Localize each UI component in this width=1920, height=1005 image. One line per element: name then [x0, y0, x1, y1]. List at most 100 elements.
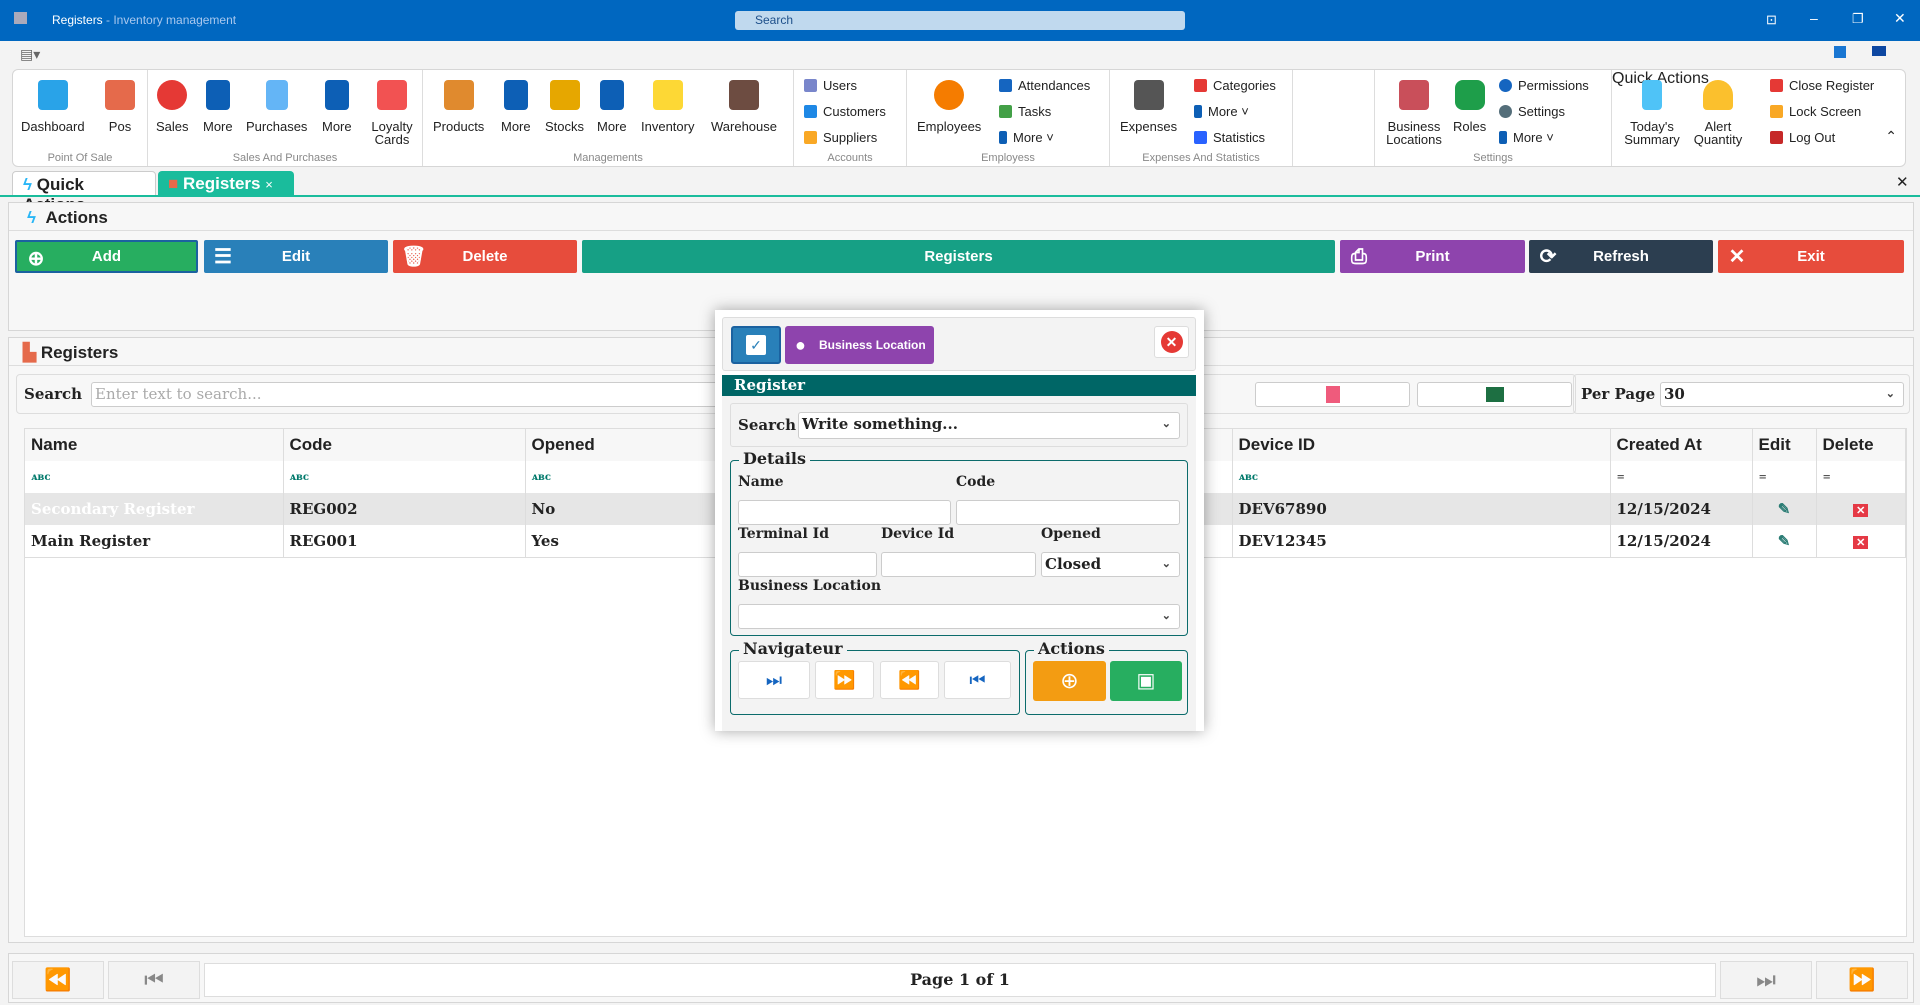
stocks-button[interactable]: Stocks: [545, 80, 584, 133]
shield-icon: [1454, 80, 1485, 110]
loyalty-cards-button[interactable]: Loyalty Cards: [366, 80, 418, 146]
column-header-code[interactable]: Code: [283, 429, 526, 461]
delete-icon[interactable]: ✕: [1816, 493, 1906, 525]
more-purchases-button[interactable]: More: [322, 80, 352, 133]
more-products-button[interactable]: More: [501, 80, 531, 133]
code-input[interactable]: [956, 500, 1180, 525]
attendances-button[interactable]: Attendances: [999, 78, 1090, 93]
layout-icon[interactable]: [1834, 46, 1846, 58]
last-record-button[interactable]: ⏭: [738, 661, 810, 699]
tasks-button[interactable]: Tasks: [999, 104, 1051, 119]
tab-close-icon[interactable]: ×: [265, 177, 273, 192]
refresh-button[interactable]: ⟳ Refresh: [1529, 240, 1713, 273]
add-button[interactable]: ⊕ Add: [15, 240, 198, 273]
edit-button[interactable]: ☰ Edit: [204, 240, 388, 273]
more-expenses-button[interactable]: More ˅: [1194, 104, 1249, 119]
last-page-button[interactable]: ⏩: [1816, 961, 1908, 999]
first-record-button[interactable]: ⏮: [944, 661, 1011, 699]
label: Close Register: [1789, 78, 1875, 93]
label: Tasks: [1018, 104, 1052, 119]
business-locations-button[interactable]: Business Locations: [1383, 80, 1445, 146]
search-input[interactable]: Search: [735, 11, 1185, 30]
lock-screen-button[interactable]: Lock Screen: [1770, 104, 1861, 119]
filter-code[interactable]: ᴀʙᴄ: [283, 461, 526, 493]
terminal-id-input[interactable]: [738, 552, 877, 577]
tab-quick-actions[interactable]: ϟ Quick Actions: [12, 171, 156, 214]
dashboard-button[interactable]: Dashboard: [21, 80, 85, 133]
users-button[interactable]: Users: [804, 78, 857, 93]
print-button[interactable]: ⎙ Print: [1340, 240, 1525, 273]
delete-button[interactable]: 🗑 Delete: [393, 240, 577, 273]
theme-icon[interactable]: [1872, 46, 1886, 56]
label: Purchases: [246, 119, 308, 134]
suppliers-button[interactable]: Suppliers: [804, 130, 877, 145]
add-record-button[interactable]: ⊕: [1033, 661, 1106, 701]
dialog-search-select[interactable]: Write something... ⌄: [798, 412, 1180, 439]
close-register-button[interactable]: Close Register: [1770, 78, 1874, 93]
log-out-button[interactable]: Log Out: [1770, 130, 1835, 145]
edit-icon[interactable]: ✎: [1752, 525, 1817, 557]
column-header-name[interactable]: Name: [25, 429, 284, 461]
export-excel-button[interactable]: [1417, 382, 1572, 407]
business-location-select[interactable]: ⌄: [738, 604, 1180, 629]
page-indicator: Page 1 of 1: [204, 963, 1716, 997]
edit-icon[interactable]: ✎: [1752, 493, 1817, 525]
previous-record-button[interactable]: ⏪: [880, 661, 939, 699]
device-id-input[interactable]: [881, 552, 1036, 577]
products-button[interactable]: Products: [433, 80, 484, 133]
navigator-legend: Navigateur: [739, 639, 847, 658]
employees-button[interactable]: Employees: [917, 80, 981, 133]
save-record-button[interactable]: ▣: [1110, 661, 1182, 701]
close-dialog-button[interactable]: ✕: [1154, 326, 1189, 358]
sales-button[interactable]: Sales: [156, 80, 189, 133]
column-header-device-id[interactable]: Device ID: [1232, 429, 1611, 461]
search-input[interactable]: Enter text to search...: [91, 382, 741, 407]
filter-created[interactable]: =: [1610, 461, 1753, 493]
per-page-select[interactable]: 30 ⌄: [1660, 382, 1904, 407]
more-sales-button[interactable]: More: [203, 80, 233, 133]
export-pdf-button[interactable]: [1255, 382, 1410, 407]
collapse-ribbon-button[interactable]: ⌃: [1885, 128, 1897, 145]
roles-button[interactable]: Roles: [1453, 80, 1486, 133]
pos-button[interactable]: Pos: [105, 80, 135, 133]
first-page-button[interactable]: ⏪: [12, 961, 104, 999]
more-stocks-button[interactable]: More: [597, 80, 627, 133]
business-location-button[interactable]: ● Business Location: [785, 326, 934, 364]
opened-select[interactable]: Closed ⌄: [1041, 552, 1180, 577]
more-employees-button[interactable]: More ˅: [999, 130, 1054, 145]
alert-quantity-button[interactable]: Alert Quantity: [1690, 80, 1746, 146]
categories-button[interactable]: Categories: [1194, 78, 1276, 93]
label: Products: [433, 119, 485, 134]
close-button[interactable]: ✕: [1894, 10, 1906, 27]
actions-title: ϟ Actions: [27, 208, 108, 228]
inventory-button[interactable]: Inventory: [641, 80, 694, 133]
filter-device[interactable]: ᴀʙᴄ: [1232, 461, 1611, 493]
close-all-tabs-icon[interactable]: ✕: [1896, 173, 1909, 191]
warehouse-button[interactable]: Warehouse: [711, 80, 777, 133]
tab-registers[interactable]: ■ Registers ×: [158, 171, 294, 196]
permissions-button[interactable]: Permissions: [1499, 78, 1589, 93]
next-page-button[interactable]: ⏭: [1720, 961, 1812, 999]
more-settings-button[interactable]: More ˅: [1499, 130, 1554, 145]
customers-button[interactable]: Customers: [804, 104, 886, 119]
column-header-created-at[interactable]: Created At: [1610, 429, 1753, 461]
registers-button[interactable]: Registers: [582, 240, 1335, 273]
purchases-button[interactable]: Purchases: [246, 80, 307, 133]
settings-button[interactable]: Settings: [1499, 104, 1565, 119]
restore-button[interactable]: ❐: [1852, 11, 1864, 27]
label: More: [501, 119, 531, 134]
exit-button[interactable]: ✕ Exit: [1718, 240, 1904, 273]
name-input[interactable]: [738, 500, 951, 525]
menu-icon[interactable]: ▤▾: [20, 46, 40, 63]
statistics-button[interactable]: Statistics: [1194, 130, 1265, 145]
expenses-button[interactable]: Expenses: [1120, 80, 1177, 133]
delete-icon[interactable]: ✕: [1816, 525, 1906, 557]
minimize-button[interactable]: –: [1810, 10, 1818, 26]
pin-icon[interactable]: ⊡: [1766, 12, 1777, 28]
todays-summary-button[interactable]: Today's Summary: [1620, 80, 1684, 146]
confirm-button[interactable]: ✓: [731, 326, 781, 364]
previous-page-button[interactable]: ⏮: [108, 961, 200, 999]
filter-name[interactable]: ᴀʙᴄ: [25, 461, 284, 493]
next-record-button[interactable]: ⏩: [815, 661, 874, 699]
tab-label: Registers: [183, 174, 261, 193]
